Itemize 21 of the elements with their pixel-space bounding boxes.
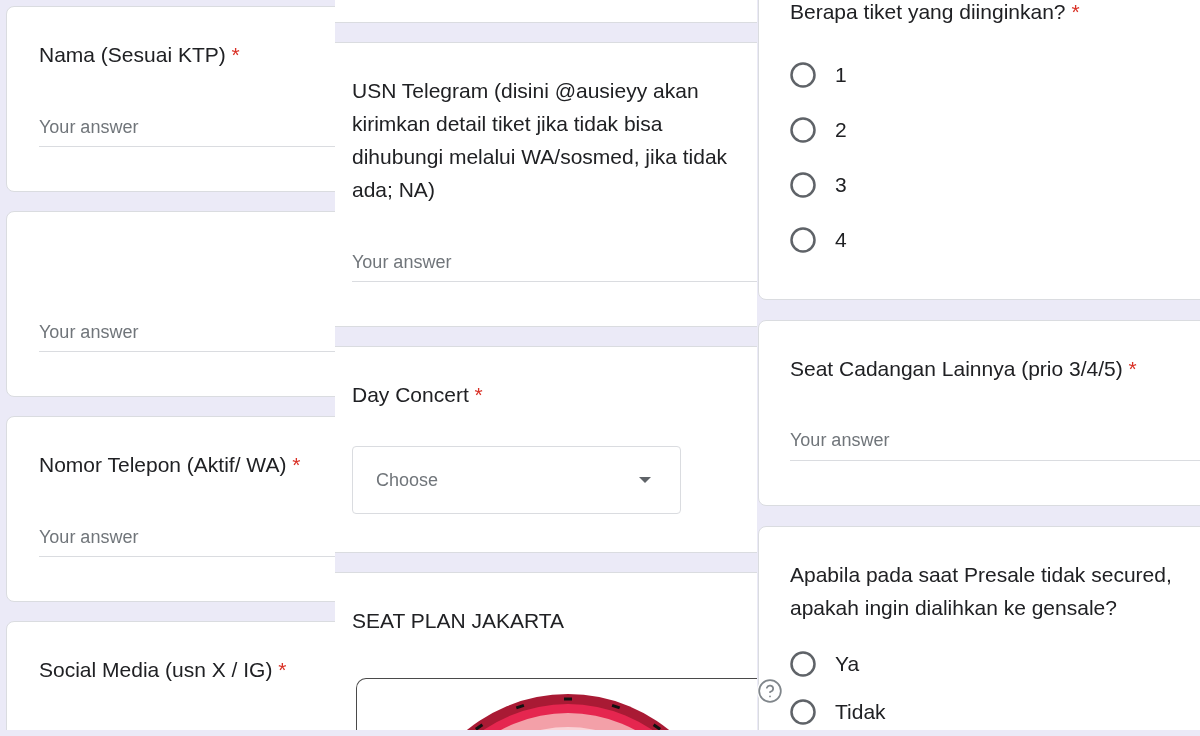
question-title: Seat Cadangan Lainnya (prio 3/4/5) *: [790, 355, 1137, 382]
answer-field[interactable]: Your answer: [39, 525, 335, 557]
dropdown[interactable]: Choose: [352, 446, 681, 514]
radio-option[interactable]: Tidak: [790, 687, 886, 730]
question-title: SEAT PLAN JAKARTA: [352, 608, 565, 634]
radio-option[interactable]: 3: [790, 157, 847, 213]
caret-icon: [639, 477, 651, 483]
question-title: Social Media (usn X / IG) *: [39, 657, 287, 683]
radio-option[interactable]: Ya: [790, 639, 886, 688]
question-title: Nama (Sesuai KTP) *: [39, 42, 240, 68]
question-title: Nomor Telepon (Aktif/ WA) *: [39, 452, 301, 478]
answer-field[interactable]: Your answer: [39, 115, 335, 147]
answer-field[interactable]: Your answer: [39, 320, 335, 352]
radio-option[interactable]: 2: [790, 102, 847, 158]
question-title: Berapa tiket yang diinginkan? *: [790, 1, 1080, 23]
question-title: USN Telegram (disini @ausieyy akan kirimkan detail tiket jika tidak bisa dihubungi melalui WA/sosmed, jika tidak ada; NA): [352, 78, 729, 203]
question-title: Day Concert *: [352, 382, 483, 408]
answer-field[interactable]: Your answer: [790, 428, 1200, 461]
radio-option[interactable]: 4: [790, 212, 847, 268]
question-title: Apabila pada saat Presale tidak secured, apakah ingin dialihkan ke gensale?: [790, 561, 1173, 621]
radio-option[interactable]: 1: [790, 47, 847, 103]
